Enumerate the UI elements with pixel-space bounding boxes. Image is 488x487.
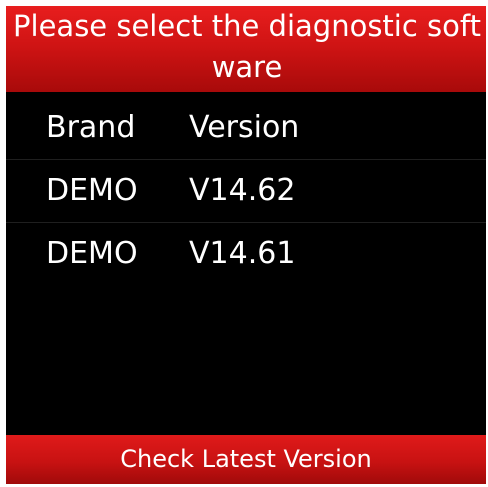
- table-header-row: Brand Version: [6, 97, 486, 160]
- column-header-version: Version: [189, 110, 300, 145]
- table-row[interactable]: DEMO V14.62: [6, 160, 486, 223]
- column-header-brand: Brand: [46, 110, 136, 145]
- table-row[interactable]: DEMO V14.61: [6, 223, 486, 285]
- row-version: V14.62: [189, 173, 296, 208]
- row-brand: DEMO: [46, 236, 138, 271]
- device-screen: Please select the diagnostic software Br…: [6, 6, 486, 484]
- row-version: V14.61: [189, 236, 296, 271]
- software-list: Brand Version DEMO V14.62 DEMO V14.61: [6, 97, 486, 285]
- title-bar: Please select the diagnostic software: [6, 6, 486, 92]
- row-brand: DEMO: [46, 173, 138, 208]
- page-title: Please select the diagnostic software: [13, 9, 481, 84]
- check-latest-version-button[interactable]: Check Latest Version: [6, 435, 486, 484]
